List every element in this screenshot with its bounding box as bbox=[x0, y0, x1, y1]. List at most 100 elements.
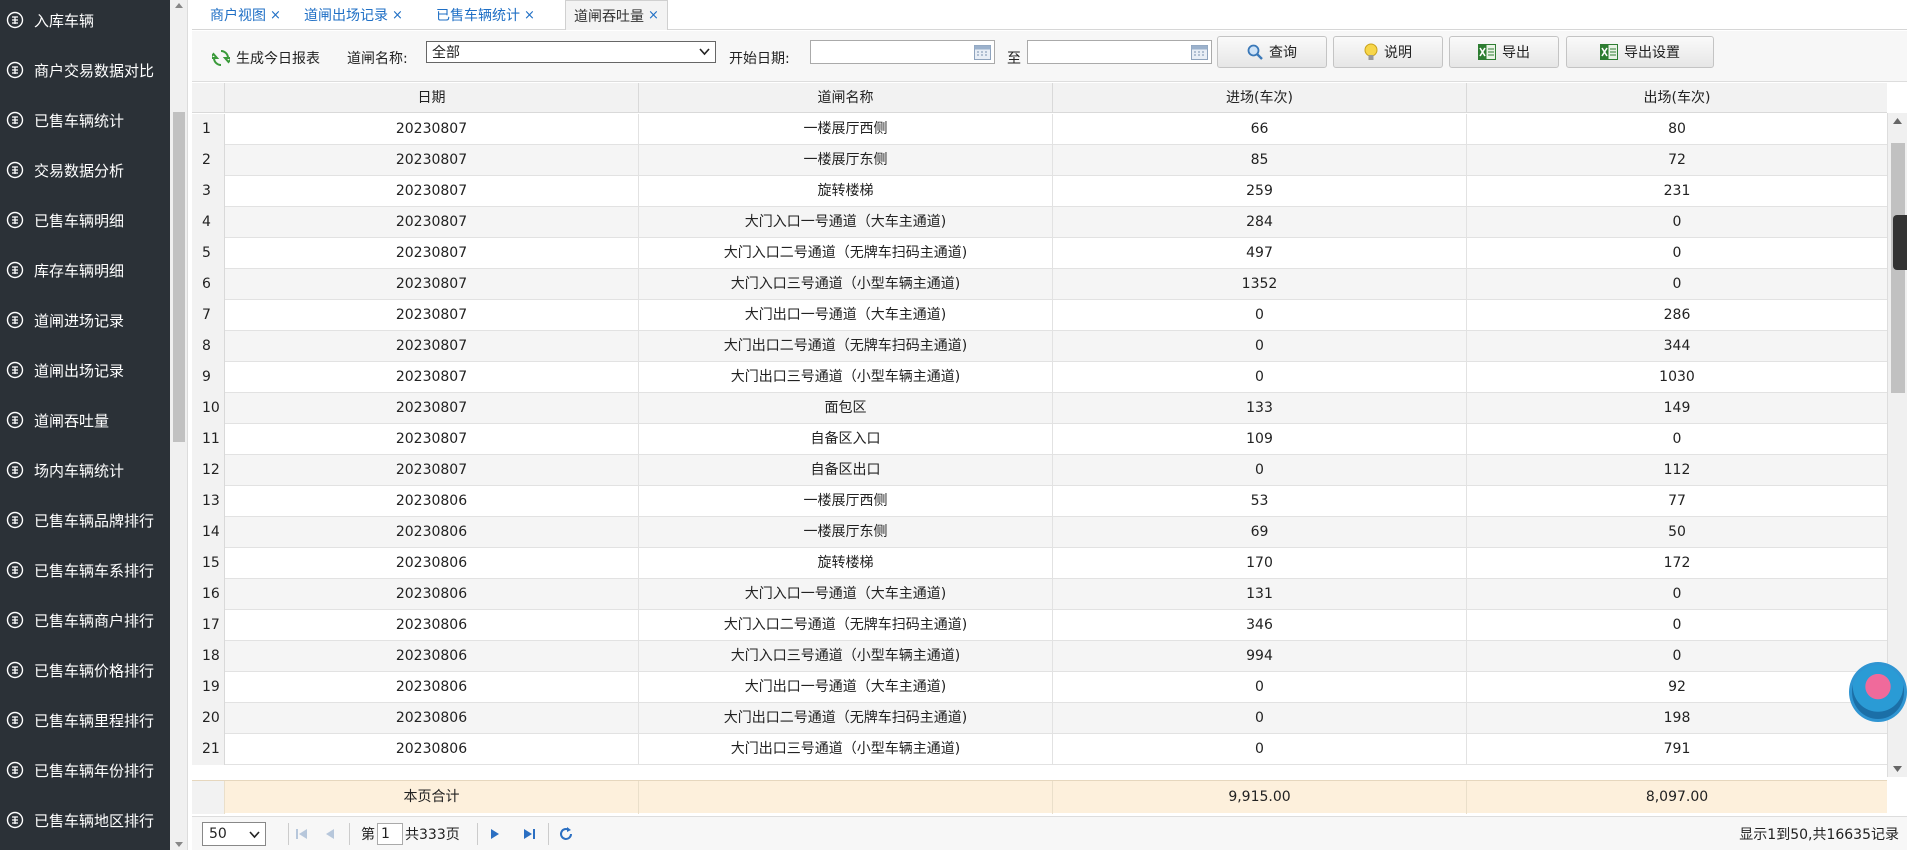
row-number-header bbox=[192, 83, 225, 113]
table-row[interactable]: 16 20230806 大门入口一号通道（大车主通道) 131 0 bbox=[192, 579, 1887, 610]
sidebar-item[interactable]: 道闸出场记录 bbox=[0, 345, 170, 395]
calendar-icon[interactable] bbox=[1191, 44, 1208, 60]
scroll-up-arrow-icon[interactable] bbox=[1893, 118, 1902, 124]
table-row[interactable]: 13 20230806 一楼展厅西侧 53 77 bbox=[192, 486, 1887, 517]
sidebar-item[interactable]: 道闸进场记录 bbox=[0, 295, 170, 345]
table-row[interactable]: 15 20230806 旋转楼梯 170 172 bbox=[192, 548, 1887, 579]
table-row[interactable]: 1 20230807 一楼展厅西侧 66 80 bbox=[192, 114, 1887, 145]
last-page-button[interactable] bbox=[521, 817, 537, 851]
cell-gate-name: 自备区出口 bbox=[639, 455, 1053, 486]
sidebar-item[interactable]: 库存车辆明细 bbox=[0, 245, 170, 295]
table-row[interactable]: 18 20230806 大门入口三号通道（小型车辆主通道) 994 0 bbox=[192, 641, 1887, 672]
calendar-icon[interactable] bbox=[974, 44, 991, 60]
sidebar-scroll-thumb[interactable] bbox=[173, 112, 185, 442]
sidebar-item[interactable]: 已售车辆价格排行 bbox=[0, 645, 170, 695]
sidebar-item[interactable]: 已售车辆统计 bbox=[0, 95, 170, 145]
sidebar-item[interactable]: 道闸吞吐量 bbox=[0, 395, 170, 445]
cell-entries: 0 bbox=[1053, 331, 1467, 362]
scroll-down-arrow-icon[interactable] bbox=[1893, 766, 1902, 772]
table-row[interactable]: 10 20230807 面包区 133 149 bbox=[192, 393, 1887, 424]
cell-exits: 0 bbox=[1672, 431, 1682, 447]
column-header-exits[interactable]: 出场(车次) bbox=[1467, 83, 1887, 113]
query-label: 查询 bbox=[1269, 45, 1297, 61]
table-row[interactable]: 5 20230807 大门入口二号通道（无牌车扫码主通道) 497 0 bbox=[192, 238, 1887, 269]
close-icon[interactable]: × bbox=[648, 8, 659, 23]
cell-gate-name: 一楼展厅西侧 bbox=[639, 114, 1053, 145]
sidebar-item[interactable]: 已售车辆品牌排行 bbox=[0, 495, 170, 545]
column-header-date[interactable]: 日期 bbox=[225, 83, 639, 113]
table-row[interactable]: 20 20230806 大门出口二号通道（无牌车扫码主通道) 0 198 bbox=[192, 703, 1887, 734]
cell-date: 20230807 bbox=[225, 362, 639, 393]
scroll-up-arrow-icon[interactable] bbox=[175, 3, 183, 8]
tab-sold-vehicle-stats[interactable]: 已售车辆统计 × bbox=[428, 0, 543, 30]
assistant-avatar[interactable] bbox=[1849, 662, 1907, 722]
help-button[interactable]: 说明 bbox=[1333, 36, 1443, 68]
side-panel-handle[interactable] bbox=[1893, 215, 1907, 270]
tab-merchant-view[interactable]: 商户视图 × bbox=[202, 0, 289, 30]
cell-gate-name: 大门出口一号通道（大车主通道) bbox=[639, 300, 1053, 331]
cell-gate-name: 大门入口二号通道（无牌车扫码主通道) bbox=[639, 238, 1053, 269]
cell-exits: 80 bbox=[1668, 121, 1686, 137]
data-grid: 日期 道闸名称 进场(车次) 出场(车次) 1 20230807 一楼展厅西侧 66 8… bbox=[192, 83, 1907, 814]
gate-name-select[interactable]: 全部 bbox=[426, 41, 716, 63]
sidebar-item[interactable]: 入库车辆 bbox=[0, 0, 170, 45]
sidebar-item[interactable]: 交易数据分析 bbox=[0, 145, 170, 195]
sidebar-item-label: 已售车辆价格排行 bbox=[34, 661, 155, 680]
table-row[interactable]: 21 20230806 大门出口三号通道（小型车辆主通道) 0 791 bbox=[192, 734, 1887, 765]
sidebar-item[interactable]: 已售车辆车系排行 bbox=[0, 545, 170, 595]
table-row[interactable]: 11 20230807 自备区入口 109 0 bbox=[192, 424, 1887, 455]
row-number: 17 bbox=[192, 610, 225, 641]
sidebar-item[interactable]: 已售车辆年份排行 bbox=[0, 745, 170, 795]
table-row[interactable]: 6 20230807 大门入口三号通道（小型车辆主通道) 1352 0 bbox=[192, 269, 1887, 300]
table-row[interactable]: 14 20230806 一楼展厅东侧 69 50 bbox=[192, 517, 1887, 548]
close-icon[interactable]: × bbox=[392, 8, 403, 23]
gate-name-value: 全部 bbox=[432, 45, 460, 61]
start-date-input[interactable] bbox=[810, 40, 995, 64]
close-icon[interactable]: × bbox=[524, 8, 535, 23]
generate-report-button[interactable]: 生成今日报表 bbox=[212, 48, 320, 68]
table-row[interactable]: 2 20230807 一楼展厅东侧 85 72 bbox=[192, 145, 1887, 176]
sidebar-item[interactable]: 已售车辆商户排行 bbox=[0, 595, 170, 645]
column-header-gate-name[interactable]: 道闸名称 bbox=[639, 83, 1053, 113]
sidebar-item-label: 已售车辆里程排行 bbox=[34, 711, 155, 730]
table-row[interactable]: 12 20230807 自备区出口 0 112 bbox=[192, 455, 1887, 486]
sidebar-item[interactable]: 已售车辆明细 bbox=[0, 195, 170, 245]
query-button[interactable]: 查询 bbox=[1217, 36, 1327, 68]
table-row[interactable]: 19 20230806 大门出口一号通道（大车主通道) 0 92 bbox=[192, 672, 1887, 703]
tab-gate-exit-records[interactable]: 道闸出场记录 × bbox=[296, 0, 411, 30]
table-row[interactable]: 4 20230807 大门入口一号通道（大车主通道) 284 0 bbox=[192, 207, 1887, 238]
export-label: 导出 bbox=[1502, 45, 1530, 61]
table-row[interactable]: 17 20230806 大门入口二号通道（无牌车扫码主通道) 346 0 bbox=[192, 610, 1887, 641]
end-date-input[interactable] bbox=[1027, 40, 1212, 64]
column-header-entries[interactable]: 进场(车次) bbox=[1053, 83, 1467, 113]
next-page-button[interactable] bbox=[487, 817, 503, 851]
page-size-select[interactable]: 50 bbox=[202, 817, 266, 851]
close-icon[interactable]: × bbox=[270, 8, 281, 23]
sidebar-item[interactable]: 已售车辆里程排行 bbox=[0, 695, 170, 745]
first-page-button[interactable] bbox=[294, 817, 310, 851]
table-row[interactable]: 8 20230807 大门出口二号通道（无牌车扫码主通道) 0 344 bbox=[192, 331, 1887, 362]
sidebar-item-label: 库存车辆明细 bbox=[34, 261, 125, 280]
tab-gate-throughput[interactable]: 道闸吞吐量 × bbox=[565, 0, 668, 30]
page-number-input[interactable]: 1 bbox=[377, 823, 403, 845]
cell-entries: 1352 bbox=[1053, 269, 1467, 300]
sidebar-item-label: 入库车辆 bbox=[34, 11, 95, 30]
export-button[interactable]: 导出 bbox=[1449, 36, 1559, 68]
table-row[interactable]: 3 20230807 旋转楼梯 259 231 bbox=[192, 176, 1887, 207]
sidebar-item[interactable]: 已售车辆地区排行 bbox=[0, 795, 170, 845]
table-row[interactable]: 9 20230807 大门出口三号通道（小型车辆主通道) 0 1030 bbox=[192, 362, 1887, 393]
sidebar-item[interactable]: 场内车辆统计 bbox=[0, 445, 170, 495]
sidebar-item[interactable]: 商户交易数据对比 bbox=[0, 45, 170, 95]
table-row[interactable]: 7 20230807 大门出口一号通道（大车主通道) 0 286 bbox=[192, 300, 1887, 331]
cell-date: 20230807 bbox=[225, 269, 639, 300]
sidebar-item-label: 已售车辆统计 bbox=[34, 111, 125, 130]
refresh-button[interactable] bbox=[558, 817, 574, 851]
export-settings-button[interactable]: 导出设置 bbox=[1566, 36, 1714, 68]
sidebar-scrollbar[interactable] bbox=[170, 0, 188, 850]
cell-exits: 231 bbox=[1663, 183, 1691, 199]
scroll-down-arrow-icon[interactable] bbox=[175, 842, 183, 847]
previous-page-button[interactable] bbox=[322, 817, 338, 851]
menu-item-icon bbox=[6, 61, 24, 79]
cell-gate-name: 面包区 bbox=[639, 393, 1053, 424]
cell-date: 20230807 bbox=[225, 300, 639, 331]
